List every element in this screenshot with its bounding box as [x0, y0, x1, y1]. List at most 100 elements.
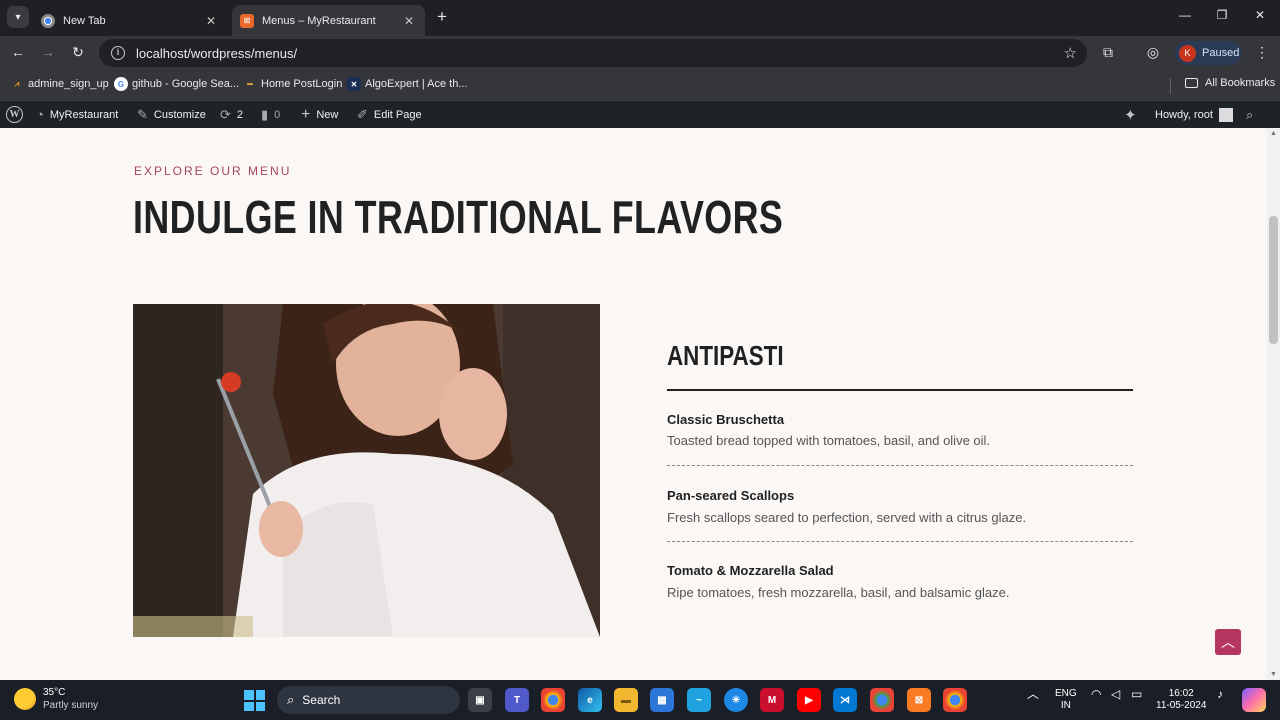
language-indicator[interactable]: ENG IN [1055, 688, 1077, 712]
tab-search-button[interactable]: ▾ [7, 6, 29, 28]
google-icon: G [114, 77, 128, 91]
reload-icon[interactable]: ↻ [68, 44, 88, 61]
menu-hero-image [133, 304, 600, 637]
close-tab-icon[interactable]: ✕ [401, 14, 417, 28]
updates-link[interactable]: ⟳ 2 [220, 101, 243, 128]
all-bookmarks[interactable]: All Bookmarks [1185, 77, 1275, 89]
search-icon: ⌕ [287, 692, 295, 707]
profile-button[interactable]: K Paused [1175, 41, 1242, 65]
scroll-to-top-button[interactable]: ︿ [1215, 629, 1241, 655]
comments-count: 0 [274, 108, 281, 121]
scrollbar-thumb[interactable] [1269, 216, 1278, 344]
site-info-icon[interactable]: i [111, 46, 125, 60]
updates-icon: ⟳ [220, 106, 231, 122]
item-divider [667, 541, 1133, 542]
weather-widget[interactable]: 35°C Partly sunny [14, 686, 98, 712]
copilot-icon[interactable] [1242, 688, 1266, 712]
tab-menus[interactable]: ⊠ Menus – MyRestaurant ✕ [232, 5, 425, 36]
howdy-label: Howdy, root [1155, 108, 1213, 121]
plus-icon: + [301, 105, 311, 123]
wordpress-logo-icon[interactable]: W [6, 101, 23, 128]
dashboard-icon: ◔ [36, 107, 44, 122]
new-content-link[interactable]: + New [301, 101, 338, 128]
back-icon[interactable]: ← [8, 44, 28, 60]
comments-link[interactable]: ▮ 0 [261, 101, 280, 128]
tab-new-tab[interactable]: New Tab ✕ [33, 5, 227, 36]
bookmark-item[interactable]: ⩘ admine_sign_up [10, 77, 109, 91]
task-view-icon[interactable]: ▣ [468, 688, 492, 712]
bookmark-star-icon[interactable]: ☆ [1064, 44, 1077, 62]
weather-sun-icon [14, 688, 36, 710]
wp-admin-bar: W ◔ MyRestaurant ✎ Customize ⟳ 2 ▮ 0 + N… [0, 101, 1280, 128]
extensions-icon[interactable]: ⧉ [1099, 44, 1117, 61]
algoexpert-icon: ✕ [347, 77, 361, 91]
close-tab-icon[interactable]: ✕ [203, 14, 219, 28]
news-icon[interactable]: ~ [687, 688, 711, 712]
chrome-profile-icon[interactable] [943, 688, 967, 712]
forward-icon[interactable]: → [38, 44, 58, 60]
customize-link[interactable]: ✎ Customize [137, 101, 206, 128]
youtube-icon[interactable]: ▶ [797, 688, 821, 712]
url-text[interactable]: localhost/wordpress/menus/ [136, 46, 297, 61]
menu-kebab-icon[interactable]: ⋮ [1255, 44, 1269, 61]
performance-icon[interactable]: ◎ [1144, 44, 1162, 61]
windows-taskbar: 35°C Partly sunny ⌕ Search ▣ T e ▬ ▦ ~ ☀… [0, 680, 1280, 720]
profile-status: Paused [1202, 47, 1240, 59]
menu-item-name: Tomato & Mozzarella Salad [667, 563, 834, 578]
comment-icon: ▮ [261, 106, 269, 122]
tab-title: New Tab [63, 14, 106, 27]
my-account-link[interactable]: Howdy, root [1155, 101, 1233, 128]
page-scrollbar[interactable]: ▲ ▼ [1267, 128, 1280, 680]
chrome-icon[interactable] [870, 688, 894, 712]
ai-sparkle-icon[interactable]: ✦ [1124, 101, 1137, 128]
start-button[interactable] [244, 690, 265, 711]
edit-page-link[interactable]: ✐ Edit Page [357, 101, 422, 128]
menu-item-name: Pan-seared Scallops [667, 488, 795, 503]
vscode-icon[interactable]: ⋊ [833, 688, 857, 712]
teams-icon[interactable]: T [505, 688, 529, 712]
weather-app-icon[interactable]: ☀ [724, 688, 748, 712]
bookmarks-bar: ⩘ admine_sign_up G github - Google Sea..… [0, 70, 1280, 101]
menu-item-desc: Ripe tomatoes, fresh mozzarella, basil, … [667, 585, 1010, 600]
page-content: EXPLORE OUR MENU INDULGE IN TRADITIONAL … [0, 128, 1267, 680]
bookmark-item[interactable]: ✕ AlgoExpert | Ace th... [347, 77, 468, 91]
user-avatar [1218, 107, 1233, 122]
search-icon[interactable]: ⌕ [1246, 101, 1253, 128]
close-window-icon[interactable]: ✕ [1250, 8, 1270, 22]
show-hidden-icons[interactable]: ︿ [1027, 688, 1039, 700]
chrome-icon[interactable] [541, 688, 565, 712]
woman-eating-illustration [133, 304, 600, 637]
wifi-icon[interactable]: ◠ [1091, 688, 1101, 700]
bookmark-label: github - Google Sea... [132, 78, 240, 90]
date: 11-05-2024 [1156, 700, 1207, 711]
edit-page-label: Edit Page [373, 108, 422, 121]
scroll-up-icon[interactable]: ▲ [1270, 130, 1277, 137]
taskbar-search[interactable]: ⌕ Search [277, 686, 460, 714]
clock[interactable]: 16:02 11-05-2024 [1156, 688, 1206, 712]
battery-icon[interactable]: ▭ [1131, 688, 1142, 700]
xampp-icon[interactable]: ⊠ [907, 688, 931, 712]
temperature: 35°C [43, 687, 66, 698]
file-explorer-icon[interactable]: ▬ [614, 688, 638, 712]
section-eyebrow: EXPLORE OUR MENU [134, 164, 292, 178]
weather-condition: Partly sunny [43, 700, 99, 711]
bookmark-item[interactable]: G github - Google Sea... [114, 77, 239, 91]
minimize-icon[interactable]: — [1175, 8, 1195, 22]
mcafee-icon[interactable]: M [760, 688, 784, 712]
volume-icon[interactable]: ◁ [1111, 688, 1120, 700]
bookmark-favicon: ▬ [247, 81, 253, 87]
browser-tabbar: ▾ New Tab ✕ ⊠ Menus – MyRestaurant ✕ + —… [0, 0, 1280, 36]
address-bar[interactable]: i localhost/wordpress/menus/ ☆ [99, 39, 1087, 67]
bookmark-item[interactable]: ▬ Home PostLogin [243, 77, 342, 91]
time: 16:02 [1168, 688, 1194, 699]
new-tab-button[interactable]: + [432, 8, 452, 28]
maximize-icon[interactable]: ❐ [1212, 8, 1232, 22]
edge-icon[interactable]: e [578, 688, 602, 712]
bookmark-label: admine_sign_up [28, 78, 109, 90]
store-icon[interactable]: ▦ [650, 688, 674, 712]
browser-toolbar: ← → ↻ i localhost/wordpress/menus/ ☆ ⧉ ◎… [0, 36, 1280, 70]
scroll-down-icon[interactable]: ▼ [1270, 671, 1277, 678]
site-name-link[interactable]: ◔ MyRestaurant [36, 101, 118, 128]
all-bookmarks-label: All Bookmarks [1205, 77, 1276, 89]
notification-bell-icon[interactable]: ♪ [1217, 688, 1223, 700]
